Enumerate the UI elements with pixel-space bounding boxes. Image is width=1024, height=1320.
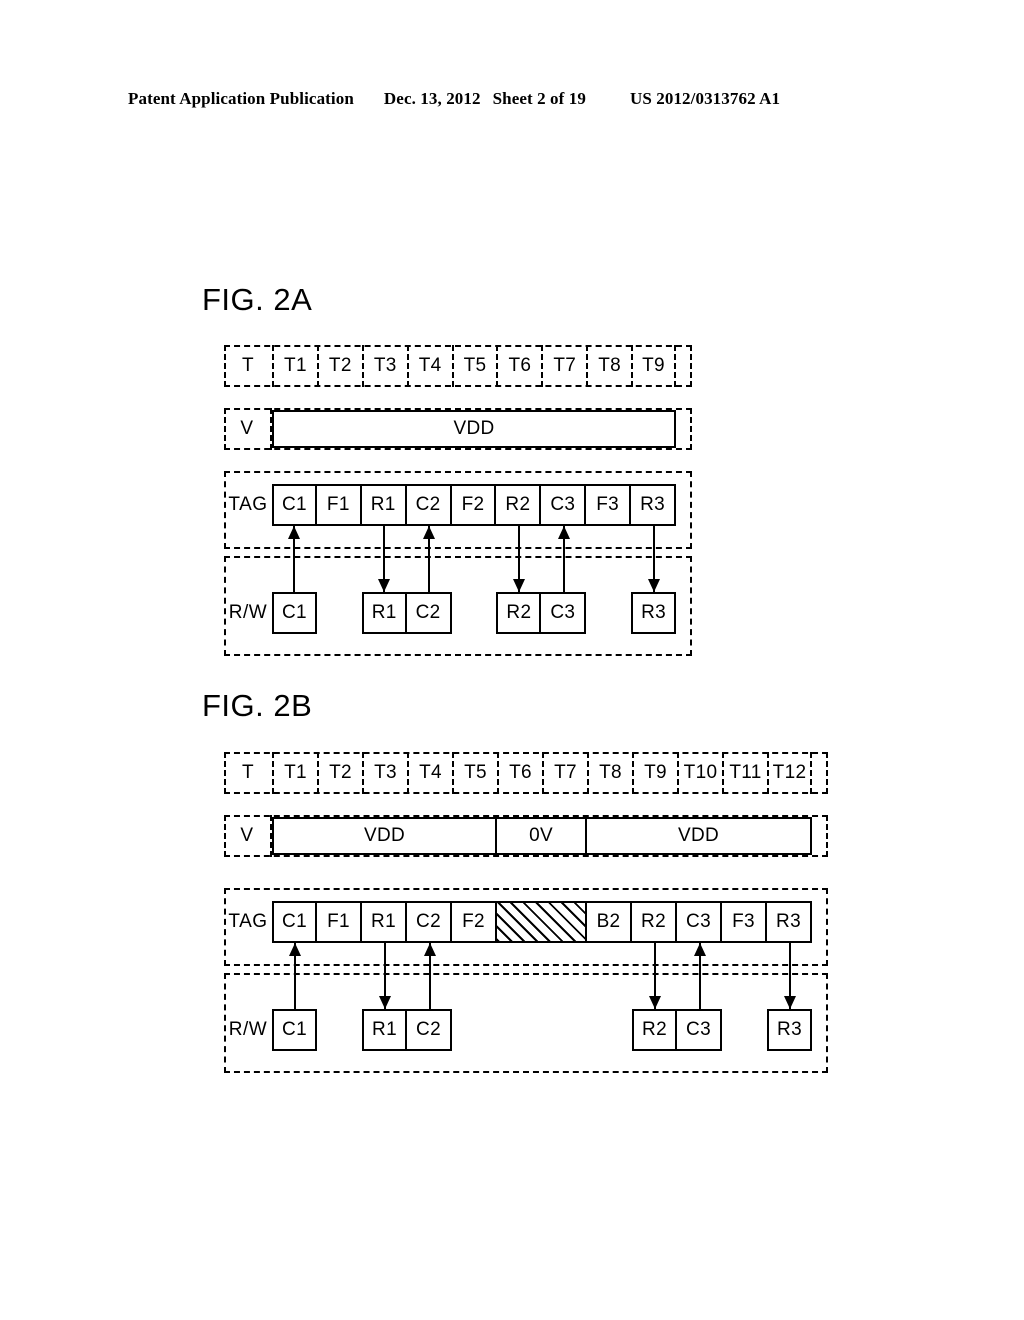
time-cell-t7: T7: [542, 752, 587, 794]
time-cell-t4: T4: [407, 752, 452, 794]
time-cell-t12: T12: [767, 752, 812, 794]
time-cell-t6: T6: [496, 345, 541, 387]
voltage-row-label: V: [224, 408, 272, 450]
rw-row-label: R/W: [228, 602, 268, 623]
time-cell-t10: T10: [677, 752, 722, 794]
tag-cell-hatched: [497, 901, 587, 943]
time-cell-t4: T4: [406, 345, 452, 387]
time-cell-t8: T8: [586, 345, 631, 387]
voltage-segment-0v: 0V: [497, 817, 587, 855]
time-cell-t1: T1: [272, 752, 317, 794]
rw-cell-r2: R2: [496, 592, 542, 634]
arrow-head-down-col3: [378, 579, 391, 592]
tag-cell-c2: C2: [406, 484, 452, 526]
tag-cell-f1: F1: [316, 484, 362, 526]
tag-cell-r3: R3: [631, 484, 676, 526]
rw-cell-r3: R3: [767, 1009, 812, 1051]
time-cell-t7: T7: [541, 345, 586, 387]
time-cell-t6: T6: [497, 752, 542, 794]
arrow-head-down-col3: [378, 996, 391, 1009]
header-date: Dec. 13, 2012: [383, 89, 481, 108]
tag-cell-r1: R1: [361, 484, 407, 526]
header-publication: Patent Application Publication: [128, 89, 354, 108]
time-row-label: T: [241, 355, 255, 376]
rw-cell-c1: C1: [272, 1009, 317, 1051]
arrow-head-down-col9: [648, 996, 661, 1009]
tag-cell-r2: R2: [496, 484, 542, 526]
rw-cell-c1: C1: [272, 592, 317, 634]
arrow-head-up-col10: [693, 943, 706, 956]
rw-row-label: R/W: [228, 1019, 268, 1040]
time-cell-t2: T2: [316, 345, 362, 387]
voltage-row-label: V: [224, 815, 272, 857]
arrow-head-up-col4: [423, 526, 436, 539]
arrow-head-down-col12: [783, 996, 796, 1009]
rw-cell-r1: R1: [361, 592, 407, 634]
time-cell-t2: T2: [317, 752, 362, 794]
rw-cell-c3: C3: [541, 592, 587, 634]
tag-row-label: TAG: [228, 911, 268, 932]
tag-cell-r2: R2: [632, 901, 677, 943]
arrow-head-up-col1: [288, 943, 301, 956]
time-cell-t1: T1: [272, 345, 317, 387]
arrow-head-up-col7: [557, 526, 570, 539]
time-cell-t3: T3: [362, 752, 407, 794]
time-cell-t9: T9: [631, 345, 676, 387]
tag-cell-f3: F3: [722, 901, 767, 943]
tag-cell-c3: C3: [677, 901, 722, 943]
time-row-label: T: [241, 762, 255, 783]
tag-cell-c3: C3: [541, 484, 587, 526]
tag-cell-f3: F3: [586, 484, 632, 526]
voltage-segment-vdd: VDD: [587, 817, 812, 855]
tag-cell-c1: C1: [272, 484, 317, 526]
tag-cell-r1: R1: [362, 901, 407, 943]
arrow-head-down-col6: [512, 579, 525, 592]
time-cell-t11: T11: [722, 752, 767, 794]
tag-cell-b2: B2: [587, 901, 632, 943]
tag-cell-f1: F1: [317, 901, 362, 943]
time-cell-t8: T8: [587, 752, 632, 794]
tag-cell-c1: C1: [272, 901, 317, 943]
arrow-head-down-col9: [647, 579, 660, 592]
header-sheet: Sheet 2 of 19: [492, 89, 586, 108]
header-document-number: US 2012/0313762 A1: [629, 89, 781, 108]
rw-cell-c3: C3: [677, 1009, 722, 1051]
figure-2b-title: FIG. 2B: [202, 688, 313, 723]
time-cell-t3: T3: [361, 345, 407, 387]
voltage-segment-vdd: VDD: [272, 410, 676, 448]
tag-cell-f2: F2: [452, 901, 497, 943]
tag-cell-r3: R3: [767, 901, 812, 943]
rw-cell-r2: R2: [632, 1009, 677, 1051]
rw-cell-r3: R3: [631, 592, 676, 634]
time-cell-t9: T9: [632, 752, 677, 794]
voltage-segment-vdd: VDD: [272, 817, 497, 855]
rw-cell-r1: R1: [362, 1009, 407, 1051]
tag-row-label: TAG: [228, 494, 268, 515]
tag-cell-f2: F2: [451, 484, 497, 526]
rw-cell-c2: C2: [406, 592, 452, 634]
arrow-head-up-col4: [423, 943, 436, 956]
rw-cell-c2: C2: [407, 1009, 452, 1051]
time-cell-t5: T5: [451, 345, 497, 387]
page-header: Patent Application Publication Dec. 13, …: [128, 86, 896, 112]
arrow-head-up-col1: [288, 526, 301, 539]
figure-2a-title: FIG. 2A: [202, 282, 313, 317]
time-cell-t5: T5: [452, 752, 497, 794]
tag-cell-c2: C2: [407, 901, 452, 943]
